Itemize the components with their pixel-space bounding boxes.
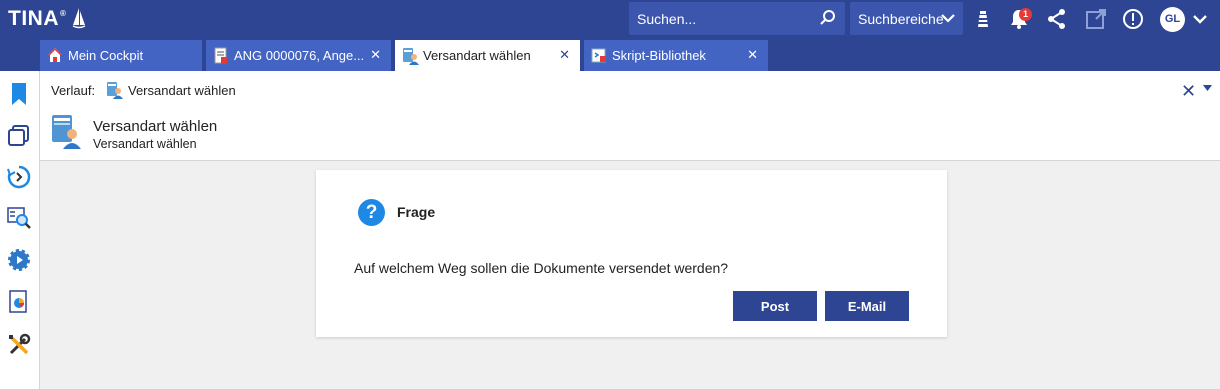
user-book-icon bbox=[107, 82, 123, 99]
user-book-icon bbox=[52, 115, 81, 149]
history-icon[interactable] bbox=[6, 164, 32, 190]
dialog-question: Auf welchem Weg sollen die Dokumente ver… bbox=[354, 260, 729, 276]
user-book-icon bbox=[403, 48, 419, 65]
search-icon[interactable] bbox=[819, 9, 837, 27]
question-dialog: ? Frage Auf welchem Weg sollen die Dokum… bbox=[316, 170, 947, 337]
info-icon[interactable] bbox=[1121, 7, 1145, 31]
chevron-down-icon bbox=[941, 14, 955, 23]
tab-close-icon[interactable]: ✕ bbox=[559, 47, 570, 63]
bookmark-icon[interactable] bbox=[6, 81, 32, 107]
tab-skript-bibliothek[interactable]: Skript-Bibliothek ✕ bbox=[584, 40, 768, 71]
close-icon[interactable]: ✕ bbox=[1181, 81, 1196, 102]
tab-versandart[interactable]: Versandart wählen ✕ bbox=[395, 40, 580, 71]
app-logo[interactable]: TINA® bbox=[8, 7, 66, 31]
tab-mein-cockpit[interactable]: Mein Cockpit bbox=[40, 40, 202, 71]
report-icon[interactable] bbox=[6, 289, 32, 315]
page-title: Versandart wählen bbox=[93, 118, 218, 135]
tools-icon[interactable] bbox=[6, 332, 32, 358]
search-field[interactable]: Suchen... bbox=[629, 2, 845, 35]
post-button[interactable]: Post bbox=[733, 291, 817, 321]
tab-angebot[interactable]: ANG 0000076, Ange... ✕ bbox=[206, 40, 391, 71]
dialog-title: Frage bbox=[397, 204, 436, 220]
email-button[interactable]: E-Mail bbox=[825, 291, 909, 321]
left-sidebar bbox=[0, 71, 40, 389]
breadcrumb-label: Verlauf: bbox=[51, 83, 96, 98]
document-icon bbox=[214, 47, 227, 64]
chevron-down-icon[interactable] bbox=[1192, 13, 1208, 25]
lighthouse-icon[interactable] bbox=[971, 7, 995, 31]
gear-play-icon[interactable] bbox=[6, 247, 32, 273]
caret-down-icon[interactable] bbox=[1203, 85, 1212, 91]
page-header: Verlauf: Versandart wählen ✕ Versandart … bbox=[40, 71, 1220, 161]
sail-icon bbox=[72, 8, 86, 29]
search-scope-dropdown[interactable]: Suchbereiche bbox=[850, 2, 963, 35]
question-icon: ? bbox=[358, 199, 385, 226]
tab-label: ANG 0000076, Ange... bbox=[234, 48, 365, 63]
search-list-icon[interactable] bbox=[6, 205, 32, 231]
tab-close-icon[interactable]: ✕ bbox=[370, 47, 381, 63]
home-icon bbox=[48, 48, 62, 62]
windows-icon[interactable] bbox=[6, 123, 32, 149]
notification-badge: 1 bbox=[1019, 8, 1032, 21]
breadcrumb-item[interactable]: Versandart wählen bbox=[128, 83, 236, 98]
top-bar: TINA® Suchen... Suchbereiche 1 GL bbox=[0, 0, 1220, 40]
tab-bar: Mein Cockpit ANG 0000076, Ange... ✕ Vers… bbox=[0, 40, 1220, 71]
external-link-icon[interactable] bbox=[1084, 7, 1108, 31]
tab-label: Mein Cockpit bbox=[68, 48, 144, 63]
avatar[interactable]: GL bbox=[1160, 7, 1185, 32]
search-scope-label: Suchbereiche bbox=[858, 11, 944, 27]
page-subtitle: Versandart wählen bbox=[93, 137, 197, 151]
tab-label: Versandart wählen bbox=[423, 48, 531, 63]
script-library-icon bbox=[591, 48, 606, 63]
tab-label: Skript-Bibliothek bbox=[612, 48, 706, 63]
tab-close-icon[interactable]: ✕ bbox=[747, 47, 758, 63]
share-icon[interactable] bbox=[1045, 7, 1069, 31]
search-input[interactable]: Suchen... bbox=[637, 11, 696, 27]
